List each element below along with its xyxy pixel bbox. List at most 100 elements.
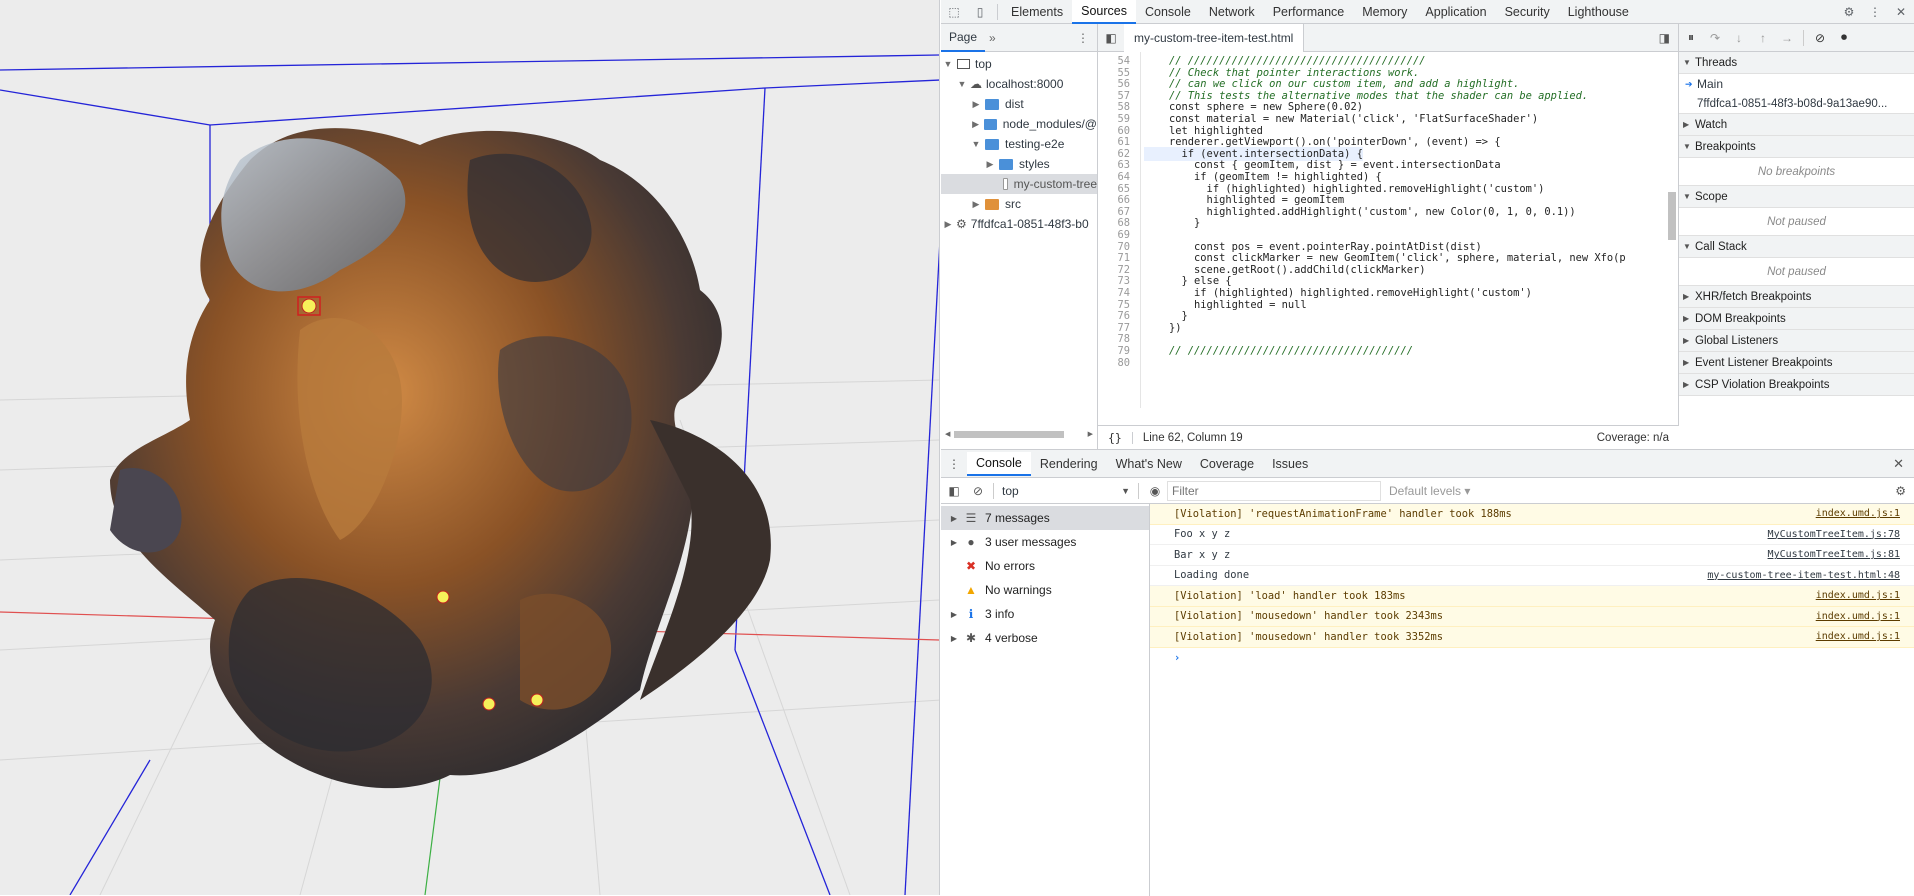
tab-network[interactable]: Network (1200, 0, 1264, 24)
console-message: [Violation] 'mousedown' handler took 335… (1150, 627, 1914, 648)
console-settings-icon[interactable]: ⚙ (1895, 484, 1914, 498)
section-breakpoints[interactable]: ▼ Breakpoints (1679, 136, 1914, 158)
no-breakpoints-text: No breakpoints (1679, 158, 1914, 186)
toggle-debugger-icon[interactable]: ◨ (1659, 31, 1678, 45)
message-source-link[interactable]: index.umd.js:1 (1816, 611, 1900, 622)
section-xhr-breakpoints[interactable]: ▶ XHR/fetch Breakpoints (1679, 286, 1914, 308)
pause-on-exceptions-icon[interactable]: ⏺ (1832, 30, 1856, 45)
tab-security[interactable]: Security (1496, 0, 1559, 24)
list-icon: ☰ (965, 511, 977, 525)
vertical-scrollbar[interactable] (1668, 192, 1676, 240)
tree-item-node-modules[interactable]: ▶ node_modules/@ (941, 114, 1097, 134)
tab-memory[interactable]: Memory (1353, 0, 1416, 24)
device-toolbar-icon[interactable]: ▯ (967, 0, 993, 24)
console-message: Foo x y z MyCustomTreeItem.js:78 (1150, 525, 1914, 545)
context-select[interactable]: top ▼ (998, 481, 1134, 501)
tab-application[interactable]: Application (1416, 0, 1495, 24)
drawer-tab-issues[interactable]: Issues (1263, 452, 1317, 476)
more-menu-icon[interactable]: ⋮ (1862, 0, 1888, 24)
more-menu-icon[interactable]: ⋮ (1077, 31, 1097, 45)
close-drawer-icon[interactable]: ✕ (1893, 456, 1914, 472)
console-message: [Violation] 'requestAnimationFrame' hand… (1150, 504, 1914, 525)
section-dom-breakpoints[interactable]: ▶ DOM Breakpoints (1679, 308, 1914, 330)
tab-lighthouse[interactable]: Lighthouse (1559, 0, 1638, 24)
tab-console[interactable]: Console (1136, 0, 1200, 24)
settings-icon[interactable]: ⚙ (1836, 0, 1862, 24)
debugger-toolbar: ⏸ ↷ ↓ ↑ → ⊘ ⏺ (1679, 24, 1914, 52)
drawer-tab-console[interactable]: Console (967, 451, 1031, 476)
code-area[interactable]: 54 // //////////////////////////////////… (1098, 52, 1679, 408)
console-message: Loading done my-custom-tree-item-test.htm… (1150, 566, 1914, 586)
tree-item-src[interactable]: ▶ src (941, 194, 1097, 214)
section-threads[interactable]: ▼ Threads (1679, 52, 1914, 74)
dropdown-arrow-icon: ▼ (1121, 485, 1130, 496)
tree-item-my-custom-tree[interactable]: my-custom-tree (941, 174, 1097, 194)
sidebar-item-info[interactable]: ▶ ℹ 3 info (941, 602, 1149, 626)
deactivate-breakpoints-icon[interactable]: ⊘ (1808, 31, 1832, 45)
tree-item-styles[interactable]: ▶ styles (941, 154, 1097, 174)
message-source-link[interactable]: index.umd.js:1 (1816, 590, 1900, 601)
bug-icon: ✱ (965, 631, 977, 645)
console-message: [Violation] 'mousedown' handler took 234… (1150, 606, 1914, 627)
drawer-tab-coverage[interactable]: Coverage (1191, 452, 1263, 476)
step-icon[interactable]: → (1775, 31, 1799, 45)
tree-item-dist[interactable]: ▶ dist (941, 94, 1097, 114)
pause-icon[interactable]: ⏸ (1679, 30, 1703, 45)
inspect-icon[interactable]: ⬚ (941, 0, 967, 24)
toggle-navigator-icon[interactable]: ◧ (1098, 31, 1124, 45)
section-scope[interactable]: ▼ Scope (1679, 186, 1914, 208)
filter-input[interactable] (1167, 480, 1381, 501)
cursor-position: Line 62, Column 19 (1131, 431, 1243, 444)
drawer-menu-icon[interactable]: ⋮ (941, 457, 967, 471)
tree-item-testing-e2e[interactable]: ▼ testing-e2e (941, 134, 1097, 154)
thread-worker[interactable]: 7ffdfca1-0851-48f3-b08d-9a13ae90... (1679, 94, 1914, 114)
line-number[interactable]: 80 (1098, 356, 1138, 370)
console-message: Bar x y z MyCustomTreeItem.js:81 (1150, 545, 1914, 566)
message-source-link[interactable]: my-custom-tree-item-test.html:48 (1707, 570, 1900, 581)
tree-item-top[interactable]: ▼ top (941, 54, 1097, 74)
console-prompt-icon[interactable]: › (1150, 648, 1914, 668)
message-source-link[interactable]: index.umd.js:1 (1816, 508, 1900, 519)
user-icon: ● (967, 535, 975, 549)
message-source-link[interactable]: MyCustomTreeItem.js:81 (1768, 549, 1900, 560)
step-into-icon[interactable]: ↓ (1727, 31, 1751, 45)
step-over-icon[interactable]: ↷ (1703, 31, 1727, 45)
sidebar-item-user[interactable]: ▶ ● 3 user messages (941, 530, 1149, 554)
section-call-stack[interactable]: ▼ Call Stack (1679, 236, 1914, 258)
sidebar-item-list[interactable]: ▶ ☰ 7 messages (941, 506, 1149, 530)
sidebar-item-bug[interactable]: ▶ ✱ 4 verbose (941, 626, 1149, 650)
section-watch[interactable]: ▶ Watch (1679, 114, 1914, 136)
3d-blob-object[interactable] (110, 128, 771, 789)
message-source-link[interactable]: index.umd.js:1 (1816, 631, 1900, 642)
tab-elements[interactable]: Elements (1002, 0, 1072, 24)
show-sidebar-icon[interactable]: ◧ (941, 484, 967, 498)
section-global-listeners[interactable]: ▶ Global Listeners (1679, 330, 1914, 352)
tree-item-localhost[interactable]: ▼ ☁ localhost:8000 (941, 74, 1097, 94)
clear-console-icon[interactable]: ⊘ (967, 484, 989, 498)
file-tab[interactable]: my-custom-tree-item-test.html (1124, 23, 1305, 52)
drawer-tab-rendering[interactable]: Rendering (1031, 452, 1107, 476)
section-event-listener-breakpoints[interactable]: ▶ Event Listener Breakpoints (1679, 352, 1914, 374)
tab-sources[interactable]: Sources (1072, 0, 1136, 24)
close-icon[interactable]: ✕ (1888, 0, 1914, 24)
tab-performance[interactable]: Performance (1264, 0, 1354, 24)
info-icon: ℹ (968, 607, 974, 621)
3d-viewport[interactable] (0, 0, 940, 895)
section-csp-breakpoints[interactable]: ▶ CSP Violation Breakpoints (1679, 374, 1914, 396)
thread-main[interactable]: ➔ Main (1679, 74, 1914, 94)
live-expression-eye-icon[interactable]: ◉ (1143, 484, 1167, 498)
viewport-canvas[interactable] (0, 0, 940, 895)
horizontal-scrollbar[interactable]: ◀ ▶ (945, 429, 1093, 439)
tab-page[interactable]: Page (941, 24, 986, 52)
pretty-print-icon[interactable]: {} (1098, 431, 1132, 445)
more-tabs-icon[interactable]: » (985, 31, 1000, 45)
drawer-tab-whats-new[interactable]: What's New (1107, 452, 1191, 476)
log-levels-dropdown[interactable]: Default levels ▾ (1389, 484, 1470, 498)
tree-item-worker[interactable]: ▶ ⚙ 7ffdfca1-0851-48f3-b0 (941, 214, 1097, 234)
sidebar-item-warning[interactable]: ▲ No warnings (941, 578, 1149, 602)
message-source-link[interactable]: MyCustomTreeItem.js:78 (1768, 529, 1900, 540)
step-out-icon[interactable]: ↑ (1751, 31, 1775, 45)
code-editor: ◧ my-custom-tree-item-test.html ◨ 54 // … (1098, 23, 1679, 449)
sidebar-item-error[interactable]: ✖ No errors (941, 554, 1149, 578)
console-message: [Violation] 'load' handler took 183ms ind… (1150, 586, 1914, 607)
